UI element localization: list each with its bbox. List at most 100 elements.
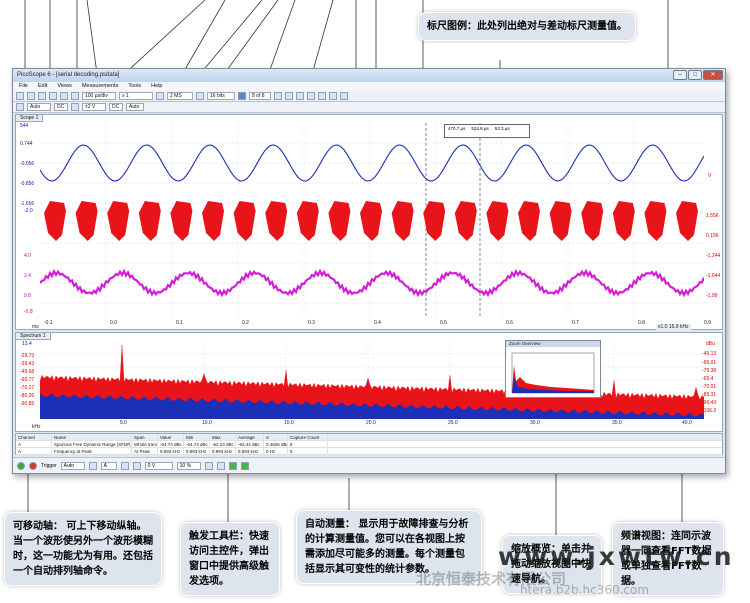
x-tick: 35.0 <box>612 420 622 426</box>
axis-label[interactable]: -1.99 <box>706 293 717 299</box>
trigger-source-select[interactable]: A <box>100 461 117 470</box>
axis-label[interactable]: 2.4 <box>24 273 31 279</box>
axis-label[interactable]: 0.8 <box>24 293 31 299</box>
table-cell: 8 <box>288 448 328 454</box>
menu-tools[interactable]: Tools <box>128 82 141 91</box>
spinner-icon[interactable] <box>204 461 213 470</box>
axis-label[interactable]: -1.656 <box>20 201 34 207</box>
table-row[interactable]: A Frequency at Peak At Peak 9.993 kHz 9.… <box>16 448 722 455</box>
spectrum-mode-icon[interactable] <box>38 92 46 100</box>
menu-bar: File Edit Views Measurements Tools Help <box>13 82 725 91</box>
x-tick: -0.1 <box>44 320 53 326</box>
axis-label[interactable]: -0.056 <box>20 161 34 167</box>
channel-b-icon[interactable] <box>71 103 79 111</box>
axis-label[interactable]: 0.156 <box>706 233 719 239</box>
channel-a-icon[interactable] <box>16 103 24 111</box>
axis-label[interactable]: -0.8 <box>24 309 33 315</box>
hand-icon[interactable] <box>71 92 79 100</box>
spinner-icon[interactable] <box>156 92 164 100</box>
spinner-icon[interactable] <box>196 92 204 100</box>
trigger-mode-select[interactable]: Auto <box>60 461 85 470</box>
buffer-navigator[interactable]: 8 of 8 <box>249 92 271 100</box>
axis-label[interactable]: -1.644 <box>706 273 720 279</box>
zoom-overview[interactable]: Zoom Overview <box>505 340 601 398</box>
measurements-table[interactable]: Channel Name Span Value Min Max Average … <box>15 433 723 455</box>
channel-b-range[interactable]: ±2 V <box>82 103 106 111</box>
zoom-in-icon[interactable] <box>318 92 326 100</box>
persistence-mode-icon[interactable] <box>27 92 35 100</box>
zoom-readout: x1.0 15.9 kHz <box>656 324 691 330</box>
axis-label[interactable]: 4.0 <box>24 253 31 259</box>
pre-trigger-input[interactable]: 10 % <box>176 461 201 470</box>
callout-ruler-legend: 标尺图例：此处列出绝对与差动标尺测量值。 <box>418 12 636 41</box>
scope-mode-icon[interactable] <box>16 92 24 100</box>
table-row[interactable]: A Spurious Free Dynamic Range (SFDR) Who… <box>16 441 722 448</box>
zoom-out-icon[interactable] <box>329 92 337 100</box>
ruler-icon[interactable] <box>216 461 225 470</box>
axis-label[interactable]: -65.4 <box>702 376 713 382</box>
trigger-level-input[interactable]: 0 V <box>144 461 173 470</box>
maximize-button[interactable]: □ <box>688 70 702 80</box>
axis-label[interactable]: -29.73 <box>20 353 34 359</box>
resolution-select[interactable]: 16 bits <box>207 92 235 100</box>
close-button[interactable]: ✕ <box>703 70 723 80</box>
axis-label[interactable]: 0.744 <box>20 141 33 147</box>
axis-label[interactable]: -39.43 <box>20 361 34 367</box>
axis-label[interactable]: -96.43 <box>702 400 716 406</box>
scope-view[interactable]: Scope 1 544 0.744 -0.056 -0.856 -1.656 -… <box>15 114 723 330</box>
page-root: { "window": { "title": "PicoScope 6 - [s… <box>0 0 750 603</box>
spectrum-view[interactable]: Spectrum 1 13.4 -29.73 -39.43 -49.68 -60… <box>15 332 723 432</box>
axis-label[interactable]: -60.77 <box>20 377 34 383</box>
multiplier-select[interactable]: x 1 <box>119 92 153 100</box>
axis-label[interactable]: -85.31 <box>702 392 716 398</box>
axis-label[interactable]: -80.26 <box>20 393 34 399</box>
axis-label[interactable]: -1.244 <box>706 253 720 259</box>
stop-icon[interactable] <box>29 461 37 470</box>
axis-label[interactable]: -75.38 <box>702 368 716 374</box>
menu-edit[interactable]: Edit <box>38 82 47 91</box>
skip-back-icon[interactable] <box>238 92 246 100</box>
measurement-edit-icon[interactable] <box>240 461 249 470</box>
x-tick: 0.6 <box>506 320 513 326</box>
menu-help[interactable]: Help <box>151 82 162 91</box>
tab-scope[interactable]: Scope 1 <box>16 115 44 122</box>
axis-label[interactable]: -90.85 <box>20 401 34 407</box>
axis-label[interactable]: -49.68 <box>20 369 34 375</box>
menu-views[interactable]: Views <box>57 82 72 91</box>
axis-label[interactable]: -45.13 <box>702 351 716 357</box>
channel-b-burst <box>107 201 130 241</box>
channel-a-range[interactable]: Auto <box>27 103 51 111</box>
next-icon[interactable] <box>274 92 282 100</box>
measurement-add-icon[interactable] <box>228 461 237 470</box>
auto-setup-icon[interactable] <box>49 92 57 100</box>
minimize-button[interactable]: – <box>673 70 687 80</box>
menu-file[interactable]: File <box>19 82 28 91</box>
channel-b-coupling[interactable]: DC <box>109 103 123 111</box>
pointer-icon[interactable] <box>60 92 68 100</box>
falling-edge-icon[interactable] <box>132 461 141 470</box>
axis-label[interactable]: -65.01 <box>702 360 716 366</box>
start-icon[interactable] <box>17 461 25 470</box>
ruler-legend[interactable]: 470.7 µs 524.8 µs 53.3 µs <box>444 124 530 138</box>
rotate-icon[interactable] <box>307 92 315 100</box>
stop-icon[interactable] <box>285 92 293 100</box>
axis-label[interactable]: 1.556 <box>706 213 719 219</box>
rising-edge-icon[interactable] <box>120 461 129 470</box>
axis-label[interactable]: -70.27 <box>20 385 34 391</box>
samples-select[interactable]: 2 MS <box>167 92 193 100</box>
menu-measurements[interactable]: Measurements <box>82 82 118 91</box>
ruler-icon[interactable] <box>296 92 304 100</box>
axis-label[interactable]: 13.4 <box>22 341 32 347</box>
undo-zoom-icon[interactable] <box>340 92 348 100</box>
axis-label[interactable]: -2.0 <box>24 208 33 214</box>
axis-label[interactable]: -106.2 <box>702 408 716 414</box>
channel-a-coupling[interactable]: DC <box>54 103 68 111</box>
channel-icon[interactable] <box>88 461 97 470</box>
timebase-select[interactable]: 100 µs/div <box>82 92 116 100</box>
axis-label[interactable]: 544 <box>20 123 28 129</box>
axis-label[interactable]: -0.856 <box>20 181 34 187</box>
tab-spectrum[interactable]: Spectrum 1 <box>16 333 51 340</box>
channel-c-range[interactable]: Auto <box>126 103 144 111</box>
axis-label[interactable]: -70.01 <box>702 384 716 390</box>
table-cell: -63.44 dBc <box>236 441 264 447</box>
